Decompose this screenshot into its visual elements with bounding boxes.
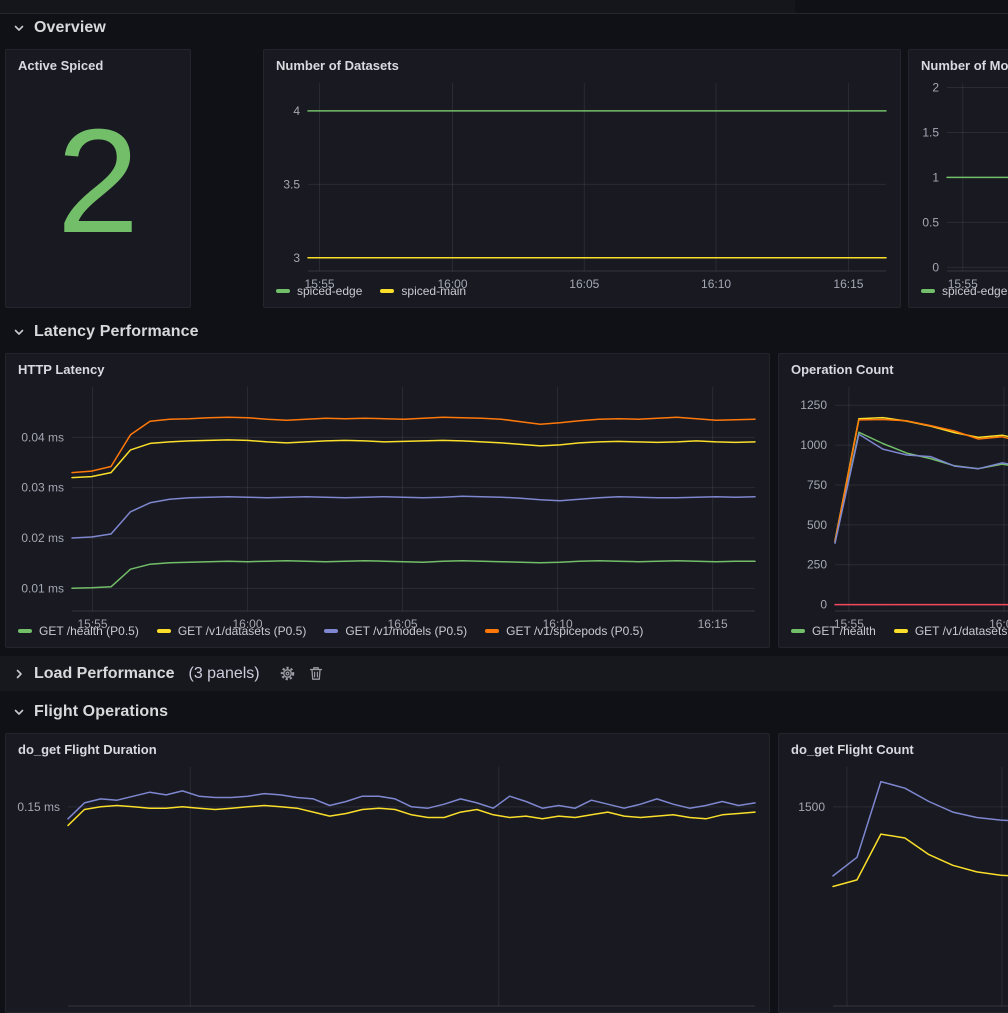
svg-text:16:15: 16:15 [698, 617, 728, 631]
svg-text:0: 0 [932, 260, 939, 274]
gear-icon [280, 666, 295, 681]
svg-text:0: 0 [820, 598, 827, 612]
panel-title[interactable]: HTTP Latency [6, 354, 769, 379]
svg-text:16:05: 16:05 [569, 277, 599, 291]
panel-active-spiced: Active Spiced 2 [5, 49, 191, 308]
chart-number-of-models[interactable]: 15:5516:0016:0516:1016:1500.511.52 [913, 75, 1008, 281]
svg-text:16:00: 16:00 [233, 617, 263, 631]
svg-text:16:10: 16:10 [543, 617, 573, 631]
panel-title[interactable]: Number of Datasets [264, 50, 900, 75]
chart-canvas[interactable]: 15:55 16:00 16:05 16:10 16:15 3 3.5 4 [268, 75, 896, 295]
svg-text:250: 250 [807, 558, 827, 572]
svg-text:16:00: 16:00 [437, 277, 467, 291]
panel-http-latency: HTTP Latency 15:55 16:00 16:05 16:10 16:15 0.… [5, 353, 770, 648]
panel-number-of-models: Number of Mo 15:5516:0016:0516:1016:1500… [908, 49, 1008, 308]
section-title: Latency Performance [34, 323, 199, 341]
svg-text:16:10: 16:10 [701, 277, 731, 291]
chart-canvas[interactable]: 1500 [783, 759, 1008, 1012]
svg-text:1: 1 [932, 170, 939, 184]
svg-text:15:55: 15:55 [77, 617, 107, 631]
section-title: Overview [34, 19, 106, 37]
panel-operation-count: Operation Count 15:5516:0016:0516:1016:1… [778, 353, 1008, 648]
trash-icon [309, 666, 323, 681]
section-header-load-performance[interactable]: Load Performance (3 panels) [0, 656, 1008, 691]
svg-text:1500: 1500 [798, 800, 825, 814]
chart-flight-duration[interactable]: 0.15 ms [10, 759, 765, 1012]
stat-value: 2 [6, 75, 190, 307]
svg-text:0.5: 0.5 [922, 215, 939, 229]
panel-do-get-flight-duration: do_get Flight Duration 0.15 ms [5, 733, 770, 1013]
top-bar-segment [795, 0, 1008, 13]
svg-text:16:05: 16:05 [388, 617, 418, 631]
chart-flight-count[interactable]: 1500 [783, 759, 1008, 1012]
section-settings-button[interactable] [278, 664, 297, 683]
panel-count-note: (3 panels) [188, 665, 259, 683]
panel-number-of-datasets: Number of Datasets 15:5516:0016:0516:101… [263, 49, 901, 308]
svg-text:15:55: 15:55 [948, 277, 978, 291]
panel-title[interactable]: do_get Flight Duration [6, 734, 769, 759]
svg-text:0.01 ms: 0.01 ms [21, 581, 64, 595]
section-header-latency-performance[interactable]: Latency Performance [13, 320, 199, 344]
panel-title[interactable]: Number of Mo [909, 50, 1008, 75]
svg-text:15:55: 15:55 [834, 617, 864, 631]
panel-title[interactable]: do_get Flight Count [779, 734, 1008, 759]
svg-text:4: 4 [293, 104, 300, 118]
svg-text:0.03 ms: 0.03 ms [21, 481, 64, 495]
svg-text:3.5: 3.5 [283, 177, 300, 191]
svg-text:16:00: 16:00 [989, 617, 1008, 631]
svg-text:0.02 ms: 0.02 ms [21, 531, 64, 545]
svg-text:1250: 1250 [800, 398, 827, 412]
svg-text:0.04 ms: 0.04 ms [21, 430, 64, 444]
svg-text:3: 3 [293, 251, 300, 265]
svg-text:500: 500 [807, 518, 827, 532]
section-title: Flight Operations [34, 703, 168, 721]
chevron-down-icon [13, 22, 25, 34]
svg-text:0.15 ms: 0.15 ms [17, 800, 60, 814]
chart-operation-count[interactable]: 15:5516:0016:0516:1016:15025050075010001… [783, 379, 1008, 621]
chevron-down-icon [13, 326, 25, 338]
svg-text:750: 750 [807, 478, 827, 492]
section-header-overview[interactable]: Overview [13, 16, 106, 40]
panel-title[interactable]: Operation Count [779, 354, 1008, 379]
chart-number-of-datasets[interactable]: 15:5516:0016:0516:1016:1533.54 [268, 75, 896, 281]
section-header-flight-operations[interactable]: Flight Operations [13, 700, 168, 724]
section-title: Load Performance [34, 665, 174, 683]
chevron-right-icon [13, 668, 25, 680]
chart-canvas[interactable]: 15:5516:0016:0516:1016:15025050075010001… [783, 379, 1008, 635]
chevron-down-icon [13, 706, 25, 718]
chart-http-latency[interactable]: 15:5516:0016:0516:1016:150.01 ms0.02 ms0… [10, 379, 765, 621]
svg-text:2: 2 [932, 80, 939, 94]
chart-canvas[interactable]: 15:55 16:00 16:05 16:10 16:15 0.01 ms 0.02 ms 0… [10, 379, 765, 635]
svg-text:1.5: 1.5 [922, 125, 939, 139]
panel-title[interactable]: Active Spiced [6, 50, 190, 75]
svg-text:15:55: 15:55 [305, 277, 335, 291]
svg-text:16:15: 16:15 [833, 277, 863, 291]
section-delete-button[interactable] [307, 664, 325, 683]
svg-text:1000: 1000 [800, 438, 827, 452]
chart-canvas[interactable]: 0.15 ms [10, 759, 765, 1012]
top-bar [0, 0, 1008, 14]
panel-do-get-flight-count: do_get Flight Count 1500 [778, 733, 1008, 1013]
chart-canvas[interactable]: 15:5516:0016:0516:1016:1500.511.52 [913, 75, 1008, 295]
